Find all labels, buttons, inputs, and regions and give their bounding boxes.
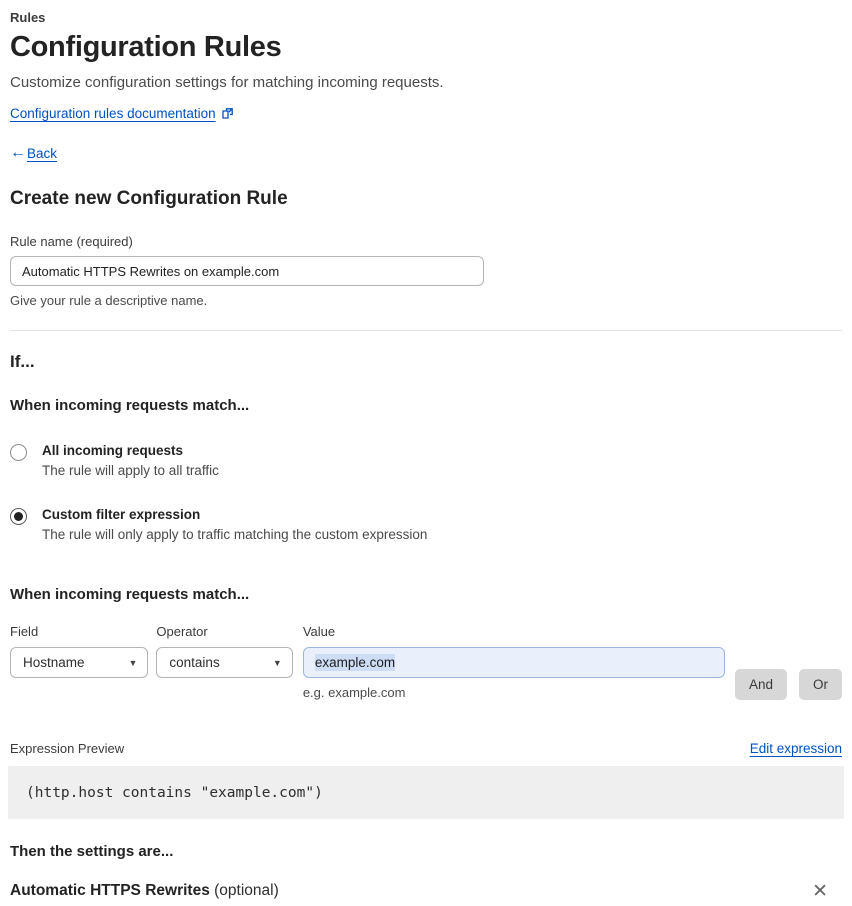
radio-option-custom-filter[interactable]: Custom filter expression The rule will o…: [10, 507, 842, 542]
documentation-link-row: Configuration rules documentation: [10, 106, 842, 121]
expression-preview-row: Expression Preview Edit expression: [10, 741, 842, 756]
radio-label: Custom filter expression: [42, 507, 201, 522]
value-helper: e.g. example.com: [302, 685, 406, 700]
back-row: ← Back: [10, 145, 842, 161]
setting-card-automatic-https-rewrites: Automatic HTTPS Rewrites (optional) ✕ Tu…: [10, 882, 842, 906]
page-subtitle: Customize configuration settings for mat…: [10, 74, 444, 91]
rule-name-input[interactable]: [10, 256, 484, 286]
value-label: Value: [302, 624, 336, 639]
radio-selected-icon[interactable]: [10, 508, 27, 525]
rule-name-helper: Give your rule a descriptive name.: [10, 293, 208, 308]
setting-title-text: Automatic HTTPS Rewrites: [10, 882, 210, 899]
setting-title-optional: (optional): [209, 882, 279, 899]
radio-label: All incoming requests: [42, 443, 184, 458]
field-select-value: Hostname: [23, 655, 85, 670]
operator-select-value: contains: [169, 655, 220, 670]
then-heading: Then the settings are...: [10, 843, 174, 860]
chevron-down-icon: ▼: [128, 657, 138, 668]
section-divider: [10, 330, 842, 331]
value-input-text: example.com: [314, 654, 396, 671]
chevron-down-icon: ▼: [272, 657, 282, 668]
radio-description: The rule will apply to all traffic: [42, 463, 219, 478]
operator-select[interactable]: contains ▼: [156, 647, 293, 678]
builder-heading: When incoming requests match...: [10, 586, 250, 603]
create-rule-heading: Create new Configuration Rule: [10, 188, 288, 209]
and-button[interactable]: And: [734, 669, 787, 700]
radio-option-all-requests[interactable]: All incoming requests The rule will appl…: [10, 443, 842, 478]
external-link-icon: [221, 107, 234, 120]
close-icon[interactable]: ✕: [812, 882, 828, 901]
expression-preview-label: Expression Preview: [10, 741, 125, 756]
value-input[interactable]: example.com: [302, 647, 725, 678]
edit-expression-link[interactable]: Edit expression: [750, 741, 842, 756]
or-button[interactable]: Or: [799, 669, 842, 700]
breadcrumb: Rules: [10, 10, 46, 25]
back-arrow-icon: ←: [10, 144, 26, 161]
rule-name-label: Rule name (required): [10, 234, 133, 249]
radio-unselected-icon[interactable]: [10, 444, 27, 461]
expression-preview-code: (http.host contains "example.com"): [8, 766, 844, 819]
if-heading: If...: [10, 352, 35, 371]
radio-description: The rule will only apply to traffic matc…: [42, 527, 428, 542]
match-heading: When incoming requests match...: [10, 397, 250, 414]
operator-label: Operator: [156, 624, 208, 639]
documentation-link[interactable]: Configuration rules documentation: [10, 106, 216, 121]
expression-builder-row: Field Hostname ▼ Operator contains ▼ Val…: [10, 624, 842, 700]
setting-title: Automatic HTTPS Rewrites (optional): [10, 882, 279, 900]
page-title: Configuration Rules: [10, 31, 282, 63]
field-label: Field: [10, 624, 39, 639]
back-link[interactable]: Back: [27, 146, 57, 161]
field-select[interactable]: Hostname ▼: [10, 647, 149, 678]
